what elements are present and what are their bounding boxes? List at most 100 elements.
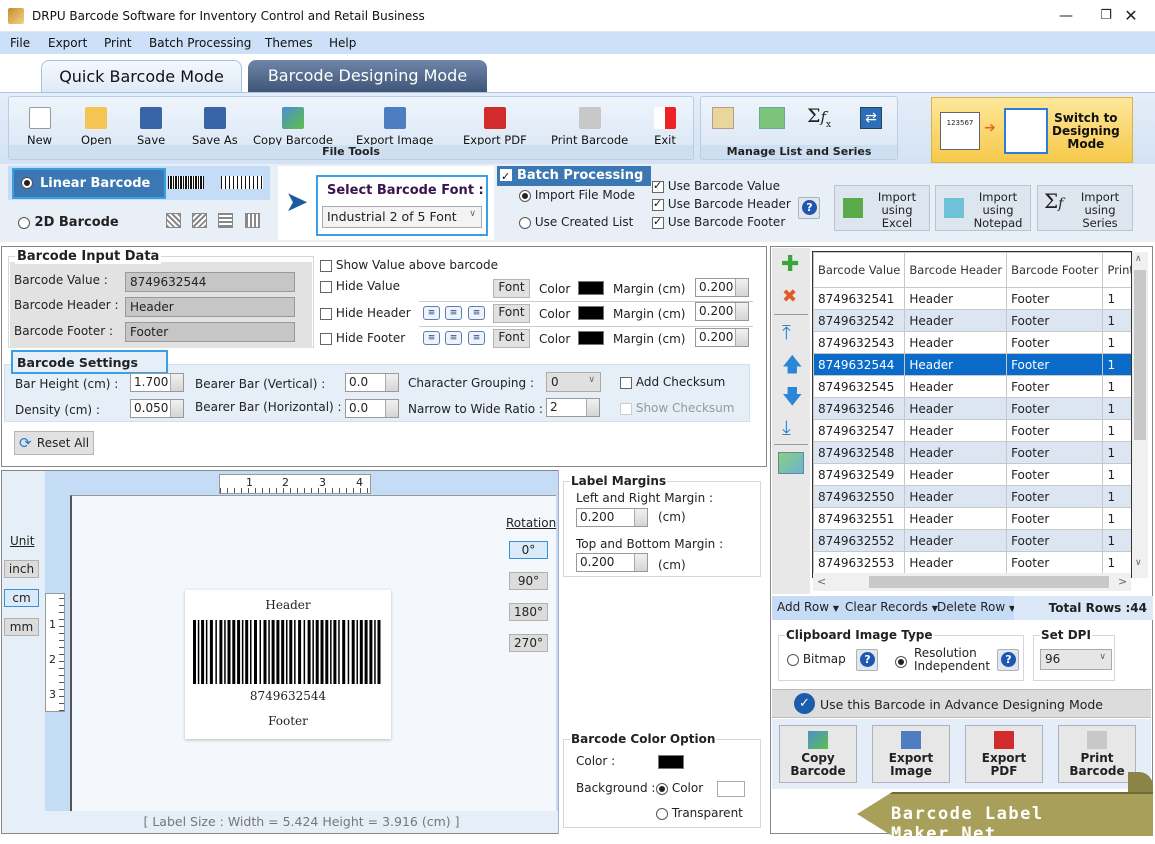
table-cell[interactable]: Footer (1006, 507, 1104, 530)
delete-row-icon[interactable]: ✖ (782, 286, 797, 307)
table-cell[interactable]: 8749632542 (813, 309, 906, 332)
table-row[interactable]: 8749632551 Header Footer 1 (813, 507, 1131, 530)
check-show-above[interactable] (320, 259, 332, 272)
align-right-icon[interactable]: ≡ (468, 331, 485, 345)
help-icon[interactable] (798, 197, 820, 219)
align-right-icon[interactable]: ≡ (468, 306, 485, 320)
bearer-vertical-spinner[interactable]: 0.0 (345, 373, 399, 392)
bitmap-help-icon[interactable] (856, 649, 878, 671)
add-checksum-checkbox[interactable]: Add Checksum (620, 375, 725, 389)
table-cell[interactable]: 8749632541 (813, 287, 906, 310)
table-cell[interactable]: Header (904, 397, 1008, 420)
import-series-button[interactable]: Σf Import using Series (1037, 185, 1133, 231)
table-cell[interactable]: Footer (1006, 397, 1104, 420)
table-row[interactable]: 8749632543 Header Footer 1 (813, 331, 1131, 354)
table-cell[interactable]: Footer (1006, 353, 1104, 376)
barcode-footer-input[interactable]: Footer (125, 322, 295, 342)
table-cell[interactable]: 1 (1102, 353, 1131, 376)
unit-mm-button[interactable]: mm (4, 618, 39, 636)
clear-records-menu[interactable]: Clear Records ▼ (845, 600, 938, 614)
print-barcode-button[interactable]: Print Barcode (551, 107, 628, 147)
use-barcode-footer-checkbox[interactable]: Use Barcode Footer (652, 215, 785, 229)
table-cell[interactable]: 8749632543 (813, 331, 906, 354)
table-cell[interactable]: Header (904, 507, 1008, 530)
table-row[interactable]: 8749632546 Header Footer 1 (813, 397, 1131, 420)
reset-all-button[interactable]: ⟳ Reset All (14, 431, 94, 455)
density-spinner[interactable]: 0.050 (130, 399, 184, 418)
ratio-spinner[interactable]: 2 (546, 398, 600, 417)
table-cell[interactable]: Footer (1006, 551, 1104, 574)
excel-export-icon[interactable] (759, 107, 785, 129)
column-header[interactable]: Barcode Header (904, 252, 1008, 288)
table-cell[interactable]: Header (904, 309, 1008, 332)
table-cell[interactable]: Footer (1006, 529, 1104, 552)
bg-color-radio[interactable]: Color (656, 781, 703, 795)
export-image-action[interactable]: Export Image (872, 725, 950, 783)
hide-header-checkbox[interactable]: Hide Header (320, 306, 411, 320)
table-cell[interactable]: Header (904, 287, 1008, 310)
unit-inch-button[interactable]: inch (4, 560, 39, 578)
table-cell[interactable]: Header (904, 331, 1008, 354)
barcode-font-dropdown[interactable]: Industrial 2 of 5 Font ∨ (322, 206, 482, 228)
table-cell[interactable]: 1 (1102, 529, 1131, 552)
table-row[interactable]: 8749632547 Header Footer 1 (813, 419, 1131, 442)
table-row[interactable]: 8749632542 Header Footer 1 (813, 309, 1131, 332)
tb-margin-spinner[interactable]: 0.200 (576, 553, 648, 572)
menu-help[interactable]: Help (329, 36, 356, 50)
table-cell[interactable]: Header (904, 353, 1008, 376)
add-row-icon[interactable]: ✚ (781, 254, 799, 276)
column-header[interactable]: Print Quantity (1102, 252, 1131, 288)
close-icon[interactable]: ✕ (1109, 4, 1153, 28)
table-row[interactable]: 8749632549 Header Footer 1 (813, 463, 1131, 486)
header-font-button[interactable]: Font (493, 304, 530, 323)
minimize-icon[interactable]: — (1044, 4, 1088, 28)
vertical-scrollbar[interactable]: ∧ ∨ (1132, 252, 1148, 578)
show-value-above-checkbox[interactable]: Show Value above barcode (320, 258, 498, 272)
table-cell[interactable]: 8749632548 (813, 441, 906, 464)
menu-print[interactable]: Print (104, 36, 132, 50)
batch-check[interactable] (500, 167, 512, 187)
table-cell[interactable]: 1 (1102, 397, 1131, 420)
hide-footer-checkbox[interactable]: Hide Footer (320, 331, 405, 345)
scrollbar-thumb[interactable] (869, 576, 1109, 588)
table-cell[interactable]: Footer (1006, 463, 1104, 486)
bg-transparent-radio[interactable]: Transparent (656, 806, 743, 820)
radio-bitmap[interactable] (787, 653, 799, 666)
import-notepad-button[interactable]: Import using Notepad (935, 185, 1031, 231)
table-cell[interactable]: 1 (1102, 419, 1131, 442)
check-add-checksum[interactable] (620, 376, 632, 389)
menu-themes[interactable]: Themes (265, 36, 313, 50)
table-cell[interactable]: Footer (1006, 419, 1104, 442)
table-cell[interactable]: Header (904, 551, 1008, 574)
copy-barcode-button[interactable]: Copy Barcode (253, 107, 333, 147)
swap-arrows-icon[interactable]: ⇄ (860, 107, 882, 129)
table-cell[interactable]: 1 (1102, 551, 1131, 574)
menu-batch-processing[interactable]: Batch Processing (149, 36, 251, 50)
table-row[interactable]: 8749632553 Header Footer 1 (813, 551, 1131, 574)
switch-to-designing-mode-button[interactable]: 123567 ➔ Switch to Designing Mode (931, 97, 1133, 163)
rotation-0-button[interactable]: 0° (509, 541, 548, 559)
batch-processing-checkbox[interactable]: Batch Processing (497, 166, 651, 187)
footer-margin-spinner[interactable]: 0.200 (695, 328, 749, 347)
scrollbar-thumb[interactable] (1134, 270, 1146, 440)
table-cell[interactable]: 1 (1102, 441, 1131, 464)
menu-export[interactable]: Export (48, 36, 87, 50)
header-margin-spinner[interactable]: 0.200 (695, 302, 749, 321)
bearer-horizontal-spinner[interactable]: 0.0 (345, 399, 399, 418)
table-cell[interactable]: Footer (1006, 375, 1104, 398)
table-cell[interactable]: 1 (1102, 331, 1131, 354)
exit-button[interactable]: Exit (654, 107, 676, 147)
table-cell[interactable]: 1 (1102, 287, 1131, 310)
scroll-left-icon[interactable]: < (817, 575, 826, 588)
export-excel-icon[interactable] (778, 452, 804, 474)
move-down-icon[interactable]: 🡇 (782, 386, 803, 406)
radio-resolution[interactable] (895, 655, 907, 668)
menu-file[interactable]: File (10, 36, 30, 50)
unit-cm-button[interactable]: cm (4, 589, 39, 607)
table-cell[interactable]: 8749632549 (813, 463, 906, 486)
radio-created-list[interactable] (519, 216, 531, 229)
add-row-menu[interactable]: Add Row ▼ (777, 600, 839, 614)
use-created-list-radio[interactable]: Use Created List (519, 215, 633, 229)
check-header[interactable] (652, 197, 664, 211)
table-cell[interactable]: 8749632550 (813, 485, 906, 508)
